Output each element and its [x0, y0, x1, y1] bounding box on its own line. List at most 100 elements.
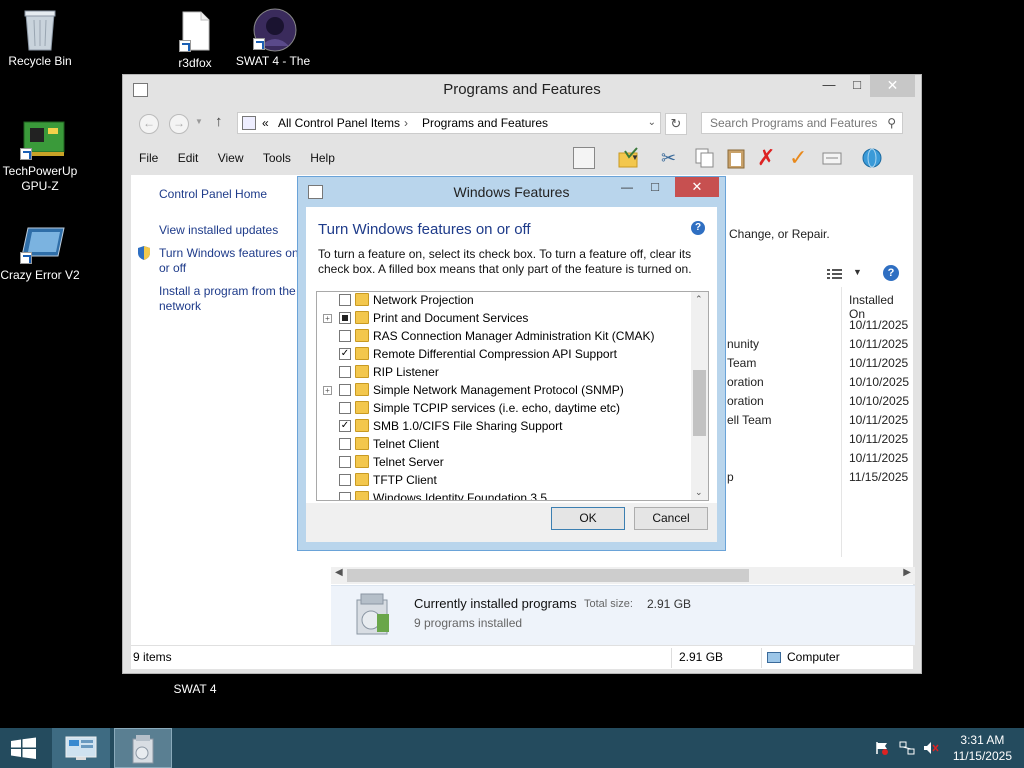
search-input[interactable]: Search Programs and Features ⚲: [701, 112, 903, 134]
scroll-left-icon[interactable]: ◀: [335, 567, 343, 578]
menu-view[interactable]: View: [210, 145, 252, 171]
dialog-close-button[interactable]: ✕: [675, 177, 719, 197]
row-name-fragment[interactable]: ell Team: [727, 413, 771, 427]
forward-icon[interactable]: →: [169, 114, 189, 134]
feature-item[interactable]: Telnet Client: [317, 435, 692, 453]
menu-edit[interactable]: Edit: [170, 145, 207, 171]
feature-checkbox[interactable]: ✓: [339, 420, 351, 432]
feature-checkbox[interactable]: [339, 294, 351, 306]
link-turn-windows-features[interactable]: Turn Windows features on or off: [159, 246, 299, 276]
cancel-button[interactable]: Cancel: [634, 507, 708, 530]
row-name-fragment[interactable]: oration: [727, 375, 764, 389]
minimize-button[interactable]: —: [815, 75, 843, 97]
breadcrumb-all-control-panel-items[interactable]: All Control Panel Items: [278, 113, 400, 133]
address-dropdown-icon[interactable]: ⌄: [648, 113, 656, 133]
feature-item[interactable]: RAS Connection Manager Administration Ki…: [317, 327, 692, 345]
feature-checkbox[interactable]: [339, 366, 351, 378]
expand-icon[interactable]: +: [323, 386, 332, 395]
help-icon[interactable]: ?: [883, 265, 899, 281]
feature-item[interactable]: Windows Identity Foundation 3.5: [317, 489, 692, 500]
feature-checkbox[interactable]: ✓: [339, 348, 351, 360]
feature-item[interactable]: ✓ SMB 1.0/CIFS File Sharing Support: [317, 417, 692, 435]
feature-checkbox[interactable]: [339, 330, 351, 342]
feature-item[interactable]: + Print and Document Services: [317, 309, 692, 327]
link-view-installed-updates[interactable]: View installed updates: [159, 223, 278, 238]
features-tree[interactable]: Network Projection + Print and Document S…: [316, 291, 709, 501]
feature-item[interactable]: Network Projection: [317, 292, 692, 309]
row-name-fragment[interactable]: nunity: [727, 337, 759, 351]
row-name-fragment[interactable]: p: [727, 470, 734, 484]
desktop-icon-swat4[interactable]: SWAT 4: [155, 682, 235, 697]
help-icon[interactable]: ?: [691, 221, 705, 235]
close-button[interactable]: ✕: [870, 75, 915, 97]
address-bar[interactable]: « All Control Panel Items › Programs and…: [237, 112, 661, 134]
feature-item[interactable]: Telnet Server: [317, 453, 692, 471]
taskbar-programs-and-features[interactable]: [114, 728, 172, 768]
globe-icon[interactable]: [861, 147, 883, 169]
feature-checkbox[interactable]: [339, 456, 351, 468]
action-center-flag-icon[interactable]: [875, 741, 889, 755]
link-install-from-network[interactable]: Install a program from the network: [159, 284, 299, 314]
recent-dropdown-icon[interactable]: ▼: [195, 117, 203, 126]
paste-icon[interactable]: [725, 147, 747, 169]
view-dropdown-icon[interactable]: ▼: [853, 267, 862, 277]
feature-checkbox[interactable]: [339, 312, 351, 324]
dialog-maximize-button[interactable]: □: [645, 177, 665, 199]
menu-file[interactable]: File: [131, 145, 166, 171]
row-installed-on[interactable]: 10/11/2025: [849, 318, 908, 332]
view-options-icon[interactable]: [827, 267, 845, 281]
feature-checkbox[interactable]: [339, 402, 351, 414]
desktop-icon-swat4-the[interactable]: SWAT 4 - The: [233, 8, 313, 69]
expand-icon[interactable]: +: [323, 314, 332, 323]
feature-checkbox[interactable]: [339, 438, 351, 450]
row-name-fragment[interactable]: Team: [727, 356, 756, 370]
feature-checkbox[interactable]: [339, 384, 351, 396]
row-installed-on[interactable]: 10/11/2025: [849, 337, 908, 351]
maximize-button[interactable]: □: [843, 75, 871, 97]
dropdown-icon[interactable]: ▼: [631, 147, 653, 169]
row-installed-on[interactable]: 11/15/2025: [849, 470, 908, 484]
features-scrollbar[interactable]: ⌃ ⌄: [691, 292, 708, 500]
row-installed-on[interactable]: 10/11/2025: [849, 413, 908, 427]
properties-icon[interactable]: [821, 147, 843, 169]
link-control-panel-home[interactable]: Control Panel Home: [159, 187, 267, 202]
row-name-fragment[interactable]: oration: [727, 394, 764, 408]
row-installed-on[interactable]: 10/10/2025: [849, 394, 909, 408]
scroll-up-icon[interactable]: ⌃: [695, 294, 703, 305]
layout-pane-icon[interactable]: [573, 147, 595, 169]
volume-muted-icon[interactable]: [923, 741, 939, 755]
ok-button[interactable]: OK: [551, 507, 625, 530]
desktop-icon-r3dfox[interactable]: r3dfox: [155, 10, 235, 71]
desktop-icon-crazy-error[interactable]: Crazy Error V2: [0, 222, 80, 283]
copy-icon[interactable]: [693, 147, 715, 169]
feature-checkbox[interactable]: [339, 474, 351, 486]
back-icon[interactable]: ←: [139, 114, 159, 134]
column-header-installed-on[interactable]: Installed On: [849, 293, 913, 321]
window-titlebar[interactable]: Programs and Features — □ ✕: [123, 75, 921, 105]
dialog-titlebar[interactable]: Windows Features — □ ✕: [298, 177, 725, 207]
menu-help[interactable]: Help: [302, 145, 343, 171]
scroll-thumb[interactable]: [347, 569, 749, 582]
scroll-right-icon[interactable]: ▶: [903, 567, 911, 578]
row-installed-on[interactable]: 10/10/2025: [849, 375, 909, 389]
search-icon[interactable]: ⚲: [887, 113, 896, 133]
checkmark-icon[interactable]: ✓: [789, 147, 811, 169]
address-overflow[interactable]: «: [262, 113, 269, 133]
feature-checkbox[interactable]: [339, 492, 351, 500]
row-installed-on[interactable]: 10/11/2025: [849, 356, 908, 370]
feature-item[interactable]: TFTP Client: [317, 471, 692, 489]
desktop-icon-gpu-z[interactable]: TechPowerUp GPU-Z: [0, 118, 80, 194]
dialog-minimize-button[interactable]: —: [617, 177, 637, 199]
horizontal-scrollbar[interactable]: ◀ ▶: [331, 567, 915, 584]
feature-item[interactable]: RIP Listener: [317, 363, 692, 381]
scroll-down-icon[interactable]: ⌄: [695, 487, 703, 498]
row-installed-on[interactable]: 10/11/2025: [849, 451, 908, 465]
feature-item[interactable]: Simple TCPIP services (i.e. echo, daytim…: [317, 399, 692, 417]
scroll-thumb[interactable]: [693, 370, 706, 436]
row-installed-on[interactable]: 10/11/2025: [849, 432, 908, 446]
refresh-icon[interactable]: ↻: [665, 113, 687, 135]
taskbar-clock[interactable]: 3:31 AM 11/15/2025: [953, 732, 1012, 764]
start-button[interactable]: [0, 728, 58, 768]
cut-icon[interactable]: ✂: [661, 147, 683, 169]
feature-item[interactable]: + Simple Network Management Protocol (SNM…: [317, 381, 692, 399]
